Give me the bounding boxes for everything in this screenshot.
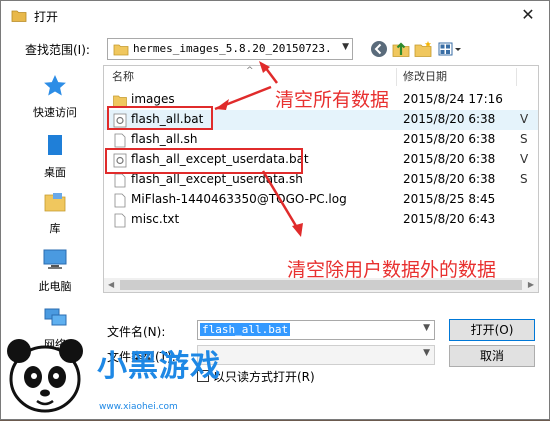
watermark-url: www.xiaohei.com [99,402,178,412]
annotation-clear-all: 清空所有数据 [275,89,390,111]
annotation-clear-except-user: 清空除用户数据外的数据 [287,259,497,281]
watermark-title: 小黑游戏 [97,349,221,384]
open-file-dialog: 打开 ✕ 查找范围(I): hermes_images_5.8.20_20150… [0,0,550,420]
